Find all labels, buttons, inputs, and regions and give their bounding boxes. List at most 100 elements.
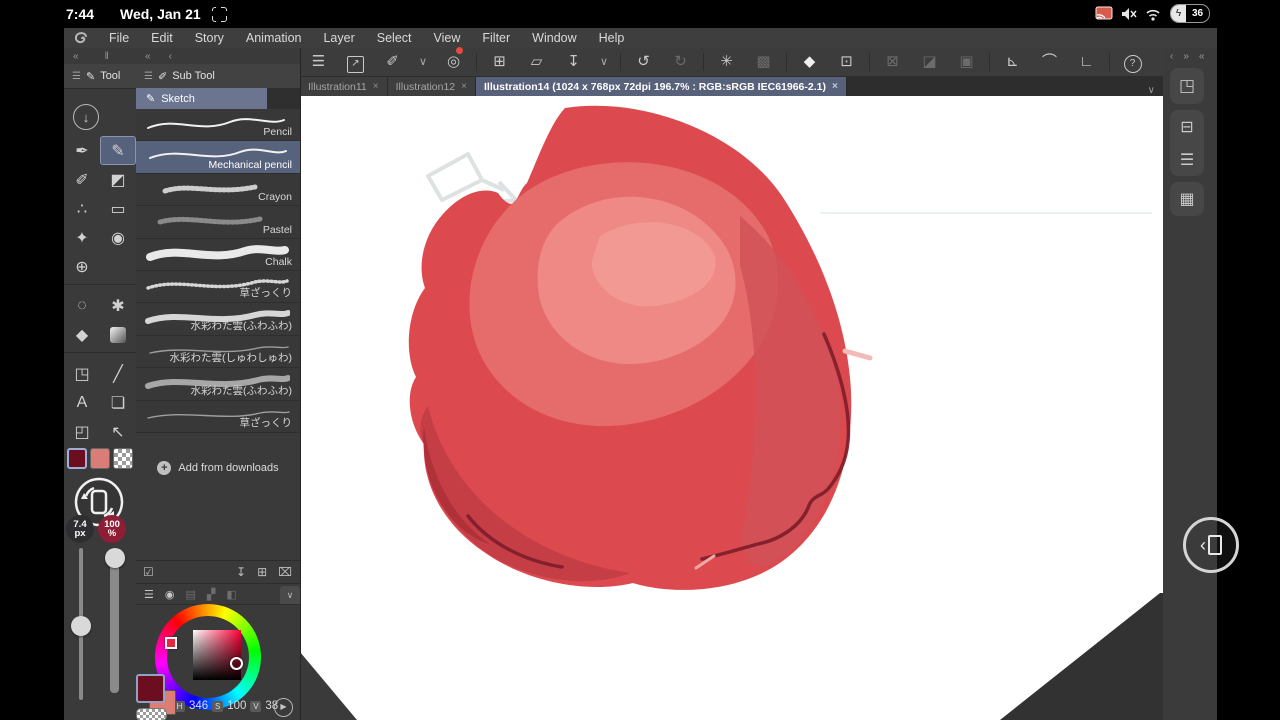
color-panel-collapse-icon[interactable]: ∨ [280,585,300,604]
close-tab-icon[interactable]: × [461,81,467,92]
open-file-icon[interactable]: ▱ [518,49,555,75]
delete-subtool-icon[interactable]: ⌧ [278,565,292,579]
hue-marker[interactable] [165,637,177,649]
color-mixer-tab-icon[interactable]: ◧ [226,588,236,601]
decoration-tool[interactable]: ▭ [100,194,136,223]
figure-sparkle-tool[interactable]: ✦ [64,223,100,252]
pen-tool[interactable]: ✒ [64,136,100,165]
brush-watercolor-fuwafuwa[interactable]: 水彩わた雲(ふわふわ) [136,303,300,336]
back-icon[interactable]: ‹ [1170,51,1173,62]
brush-kusa-zakkuri-2[interactable]: 草ざっくり [136,400,300,433]
menu-animation[interactable]: Animation [235,31,313,45]
tab-illustration14-active[interactable]: Illustration14 (1024 x 768px 72dpi 196.7… [476,77,847,96]
eraser-tool[interactable]: ◩ [100,165,136,194]
tab-list-chevron-icon[interactable]: ∨ [1148,85,1155,96]
airbrush-tool[interactable]: ∴ [64,194,100,223]
brush-crayon[interactable]: Crayon [136,173,300,207]
duplicate-subtool-icon[interactable]: ⊞ [257,565,267,579]
drawing-canvas[interactable] [300,96,1163,720]
saturation-value-square[interactable] [193,630,241,680]
opacity-slider[interactable] [110,551,119,693]
panel-menu-icon[interactable]: ☰ [72,71,81,82]
menu-layer[interactable]: Layer [312,31,365,45]
menu-story[interactable]: Story [184,31,235,45]
subtool-group-sketch[interactable]: ✎ Sketch [136,88,267,109]
transparent-color-swatch[interactable] [113,448,133,469]
close-tab-icon[interactable]: × [832,81,838,92]
undo-icon[interactable]: ↺ [625,49,662,75]
snap-ruler-icon[interactable]: ⊾ [994,49,1031,75]
opacity-slider-thumb[interactable] [105,548,125,568]
back-icon[interactable]: ‹ [169,51,172,62]
tab-illustration11[interactable]: Illustration11 × [300,77,388,96]
main-color-chip[interactable] [136,674,165,703]
collapse-panel-icon[interactable]: « [73,51,79,62]
collapse-panel-icon[interactable]: « [1199,51,1205,62]
main-color-swatch[interactable] [67,448,87,469]
clip-studio-icon[interactable]: ◎ [435,47,472,75]
transparent-chip[interactable] [136,708,167,720]
fill-icon[interactable]: ◆ [791,49,828,75]
bucket-tool[interactable]: ◆ [64,320,100,349]
switch-window-icon[interactable]: ↗ [337,49,374,75]
color-slider-toggle-icon[interactable]: ▶ [274,698,293,717]
snap-guide-icon[interactable]: ∟ [1068,49,1105,75]
forward-icon[interactable]: » [1183,51,1189,62]
brush-size-slider-thumb[interactable] [71,616,91,636]
opacity-badge[interactable]: 100% [98,515,126,543]
selection-border-icon[interactable]: ▣ [948,49,985,75]
new-canvas-icon[interactable]: ⊞ [481,49,518,75]
redo-icon[interactable]: ↻ [662,49,699,75]
sync-check-icon[interactable]: ☑ [143,565,154,579]
save-export-icon[interactable]: ↧ [555,49,592,75]
main-menu-icon[interactable]: ☰ [300,49,337,75]
invert-selection-icon[interactable]: ◪ [911,49,948,75]
help-icon[interactable]: ? [1114,49,1151,75]
color-slider-tab-icon[interactable]: ▞ [207,588,215,601]
gradient-tool[interactable] [100,320,136,349]
navigator-panel-button[interactable]: ▦ [1170,182,1204,216]
brush-pencil[interactable]: Pencil [136,109,300,142]
frame-border-tool[interactable]: ◰ [64,417,100,446]
auto-select-tool[interactable]: ✱ [100,291,136,320]
brush-chalk[interactable]: Chalk [136,238,300,271]
add-from-downloads-button[interactable]: + Add from downloads [136,456,300,480]
menu-help[interactable]: Help [588,31,636,45]
brush-watercolor-fuwafuwa-2[interactable]: 水彩わた雲(ふわふわ) [136,368,300,401]
subtool-panel-tab[interactable]: ☰ ✐ Sub Tool [136,64,300,89]
pen-settings-chevron-icon[interactable]: ∨ [411,49,435,75]
panel-menu-icon[interactable]: ☰ [144,71,153,82]
lasso-tool[interactable]: ◌ [64,291,100,320]
color-wheel-tab-icon[interactable]: ◉ [165,588,175,601]
menu-filter[interactable]: Filter [471,31,521,45]
sv-marker[interactable] [230,657,243,670]
brush-tool[interactable]: ✐ [64,165,100,194]
menu-file[interactable]: File [98,31,140,45]
balloon-grid-tool[interactable]: ⊕ [64,252,100,281]
brush-size-badge[interactable]: 7.4 px [66,515,94,543]
sub-color-swatch[interactable] [90,448,110,469]
pencil-tool[interactable]: ✎ [100,136,136,165]
collapse-panel-icon[interactable]: « [145,51,151,62]
layer-panels-button[interactable]: ⊟ ☰ [1170,110,1204,176]
save-chevron-icon[interactable]: ∨ [592,49,616,75]
object-tool[interactable]: ↖ [100,417,136,446]
close-tab-icon[interactable]: × [373,81,379,92]
import-subtool-icon[interactable]: ↧ [236,565,246,579]
menu-select[interactable]: Select [366,31,423,45]
snap-special-ruler-icon[interactable]: ⌒ [1031,49,1068,75]
menu-window[interactable]: Window [521,31,587,45]
color-menu-icon[interactable]: ☰ [144,588,154,601]
figure-line-tool[interactable]: ╱ [100,359,136,388]
tool-panel-tab[interactable]: ☰ ✎ Tool [64,64,136,89]
material-panel-button[interactable]: ◳ [1170,68,1204,104]
pen-settings-icon[interactable]: ✐ [374,49,411,75]
brush-kusa-zakkuri[interactable]: 草ざっくり [136,270,300,304]
menu-edit[interactable]: Edit [140,31,184,45]
color-set-tab-icon[interactable]: ▤ [185,588,195,601]
brush-watercolor-shuwashuwa[interactable]: 水彩わた雲(しゅわしゅわ) [136,335,300,369]
brush-pastel[interactable]: Pastel [136,206,300,239]
blend-tool[interactable]: ◉ [100,223,136,252]
select-layer-icon[interactable]: ▩ [745,49,782,75]
transform-icon[interactable]: ⊡ [828,49,865,75]
